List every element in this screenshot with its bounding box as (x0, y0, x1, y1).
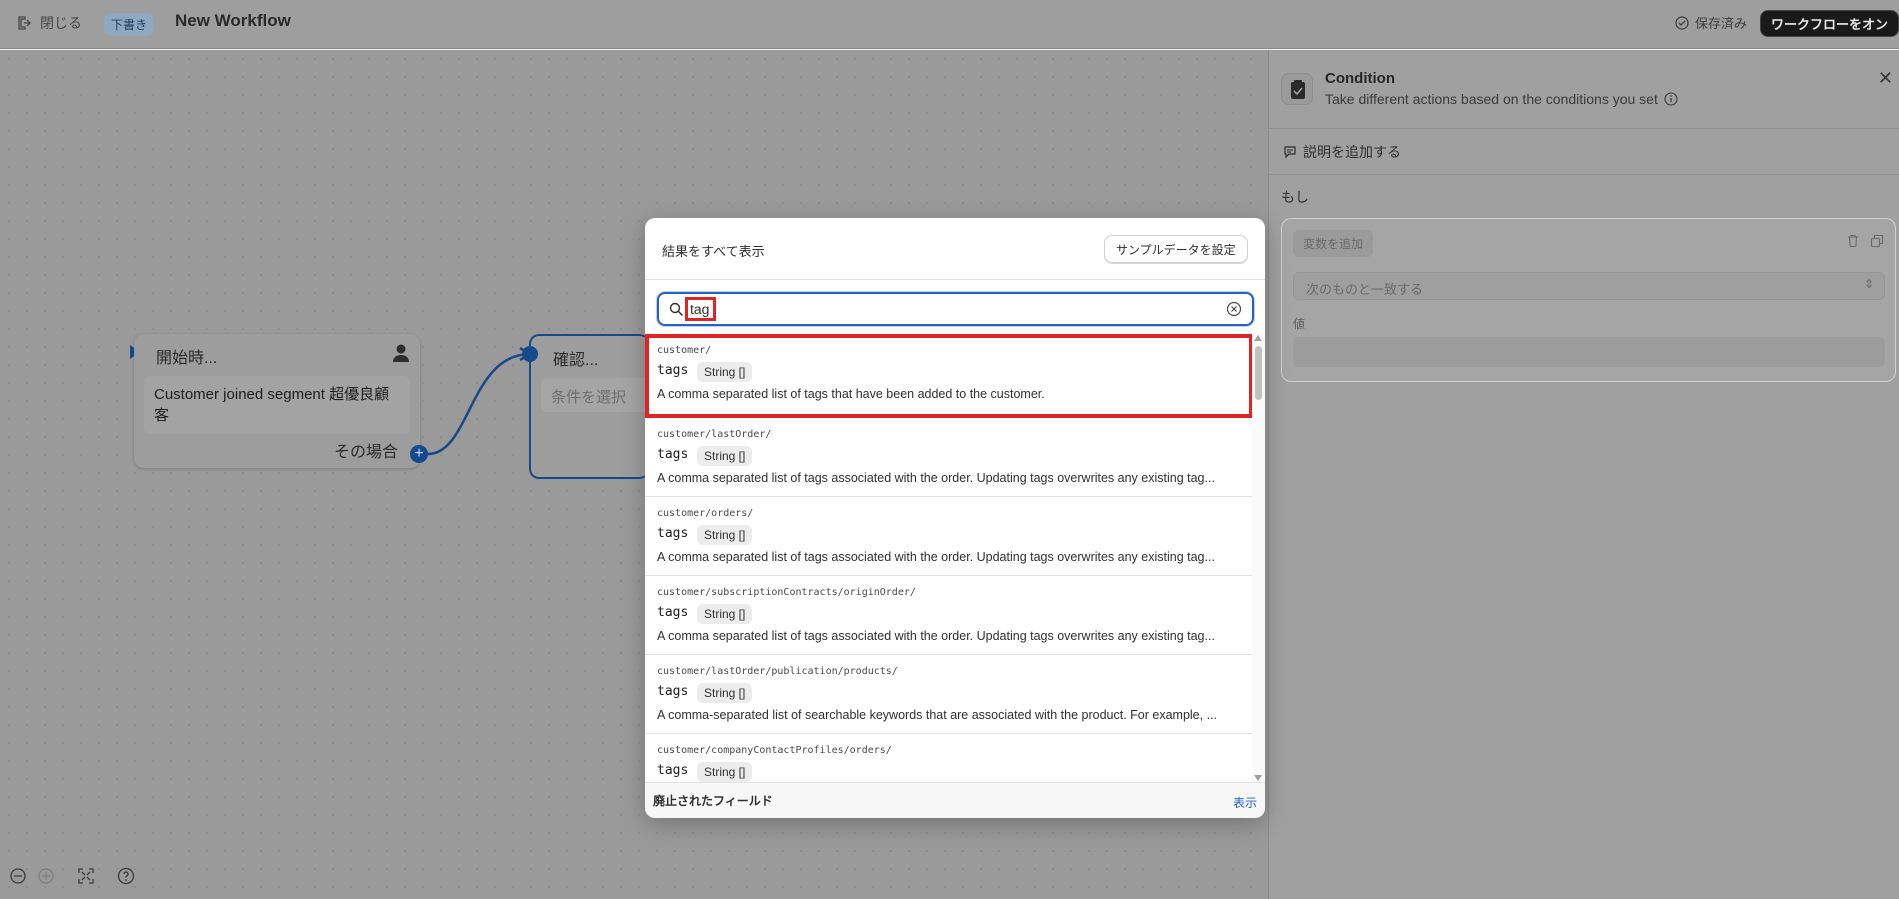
result-name: tags (657, 363, 689, 378)
result-type-badge: String [] (697, 525, 753, 545)
result-type-badge: String [] (697, 762, 753, 782)
result-name: tags (657, 684, 689, 699)
comment-icon (1284, 146, 1296, 159)
add-step-plus-icon[interactable]: + (410, 445, 428, 463)
match-operator-value: 次のものと一致する (1306, 282, 1424, 297)
if-label: もし (1281, 189, 1309, 205)
result-description: A comma separated list of tags associate… (657, 550, 1215, 564)
result-item[interactable]: customer/companyContactProfiles/orders/ … (645, 734, 1253, 782)
scrollbar-thumb[interactable] (1255, 346, 1262, 400)
zoom-out-icon[interactable] (8, 866, 28, 886)
close-button[interactable]: 閉じる (16, 13, 82, 33)
check-circle-icon (1675, 15, 1689, 30)
result-path: customer/lastOrder/publication/products/ (657, 666, 898, 677)
condition-node[interactable]: 確認... 条件を選択 (529, 334, 661, 479)
top-bar: 閉じる 下書き New Workflow 保存済み ワークフローをオン (0, 0, 1899, 49)
start-node-heading: 開始時... (156, 350, 218, 367)
result-item[interactable]: customer/orders/ tags String [] A comma … (645, 497, 1253, 576)
variable-picker-modal: 結果をすべて表示 サンプルデータを設定 customer/ tags Strin… (645, 218, 1265, 818)
scroll-down-arrow-icon[interactable] (1254, 775, 1262, 781)
search-icon (669, 302, 684, 317)
condition-node-heading: 確認... (553, 352, 599, 369)
result-item[interactable]: customer/lastOrder/ tags String [] A com… (645, 418, 1253, 497)
value-label: 値 (1293, 317, 1306, 331)
condition-panel: Condition Take different actions based o… (1268, 50, 1899, 899)
panel-subtitle: Take different actions based on the cond… (1325, 91, 1678, 107)
clipboard-check-icon (1281, 73, 1313, 105)
panel-title: Condition (1325, 70, 1395, 87)
results-list: customer/ tags String [] A comma separat… (645, 334, 1265, 782)
chevron-updown-icon: ⇕ (1863, 277, 1874, 291)
divider (1269, 174, 1899, 175)
deprecated-fields-footer: 廃止されたフィールド 表示 (645, 782, 1265, 818)
show-all-results-title: 結果をすべて表示 (662, 244, 765, 259)
result-description: A comma-separated list of searchable key… (657, 708, 1217, 722)
result-item[interactable]: customer/ tags String [] A comma separat… (645, 334, 1253, 418)
result-item[interactable]: customer/subscriptionContracts/originOrd… (645, 576, 1253, 655)
result-description: A comma separated list of tags that have… (657, 387, 1045, 401)
info-icon[interactable] (1664, 92, 1678, 106)
search-input[interactable] (685, 297, 716, 321)
result-type-badge: String [] (697, 604, 753, 624)
trash-icon[interactable] (1846, 234, 1860, 248)
result-path: customer/ (657, 345, 712, 356)
result-description: A comma separated list of tags associate… (657, 471, 1215, 485)
result-path: customer/subscriptionContracts/originOrd… (657, 587, 916, 598)
result-name: tags (657, 447, 689, 462)
result-item[interactable]: customer/lastOrder/publication/products/… (645, 655, 1253, 734)
add-variable-button[interactable]: 変数を追加 (1293, 230, 1374, 257)
divider (1269, 128, 1899, 129)
modal-header: 結果をすべて表示 サンプルデータを設定 (645, 218, 1265, 280)
results-scrollbar[interactable] (1252, 334, 1265, 782)
result-type-badge: String [] (697, 446, 753, 466)
result-name: tags (657, 763, 689, 778)
result-type-badge: String [] (697, 362, 753, 382)
saved-status: 保存済み (1675, 13, 1747, 32)
result-path: customer/lastOrder/ (657, 429, 772, 440)
help-icon[interactable] (116, 866, 136, 886)
draft-badge: 下書き (104, 13, 155, 36)
match-operator-select[interactable]: 次のものと一致する ⇕ (1293, 272, 1885, 300)
turn-on-workflow-button[interactable]: ワークフローをオン (1760, 10, 1899, 37)
deprecated-fields-label: 廃止されたフィールド (653, 794, 773, 808)
value-input[interactable] (1293, 337, 1885, 367)
canvas-tools (8, 866, 136, 886)
start-node-branch-label: その場合 (333, 444, 398, 461)
show-deprecated-link[interactable]: 表示 (1233, 794, 1257, 811)
clear-search-icon[interactable] (1226, 301, 1242, 317)
workflow-title[interactable]: New Workflow (175, 11, 291, 31)
exit-icon (18, 16, 31, 30)
result-type-badge: String [] (697, 683, 753, 703)
start-node-body: Customer joined segment 超優良顧客 (144, 376, 410, 434)
duplicate-icon[interactable] (1870, 234, 1884, 248)
add-description-button[interactable]: 説明を追加する (1283, 142, 1401, 162)
panel-subtitle-text: Take different actions based on the cond… (1325, 91, 1658, 107)
search-box[interactable] (657, 292, 1254, 326)
add-description-label: 説明を追加する (1303, 144, 1401, 160)
condition-node-placeholder: 条件を選択 (541, 378, 661, 412)
fit-view-icon[interactable] (76, 866, 96, 886)
saved-label: 保存済み (1695, 16, 1748, 31)
person-icon (393, 344, 409, 362)
result-name: tags (657, 605, 689, 620)
set-sample-data-button[interactable]: サンプルデータを設定 (1104, 235, 1248, 263)
condition-input-dot-icon (522, 346, 538, 362)
condition-card: 変数を追加 次のものと一致する ⇕ 値 (1281, 218, 1896, 382)
result-path: customer/companyContactProfiles/orders/ (657, 745, 892, 756)
zoom-in-icon[interactable] (36, 866, 56, 886)
close-label: 閉じる (40, 15, 82, 31)
result-description: A comma separated list of tags associate… (657, 629, 1215, 643)
result-name: tags (657, 526, 689, 541)
start-node[interactable]: 開始時... Customer joined segment 超優良顧客 その場… (134, 334, 420, 468)
scroll-up-arrow-icon[interactable] (1254, 335, 1262, 341)
close-panel-icon[interactable]: ✕ (1878, 68, 1893, 89)
result-path: customer/orders/ (657, 508, 754, 519)
